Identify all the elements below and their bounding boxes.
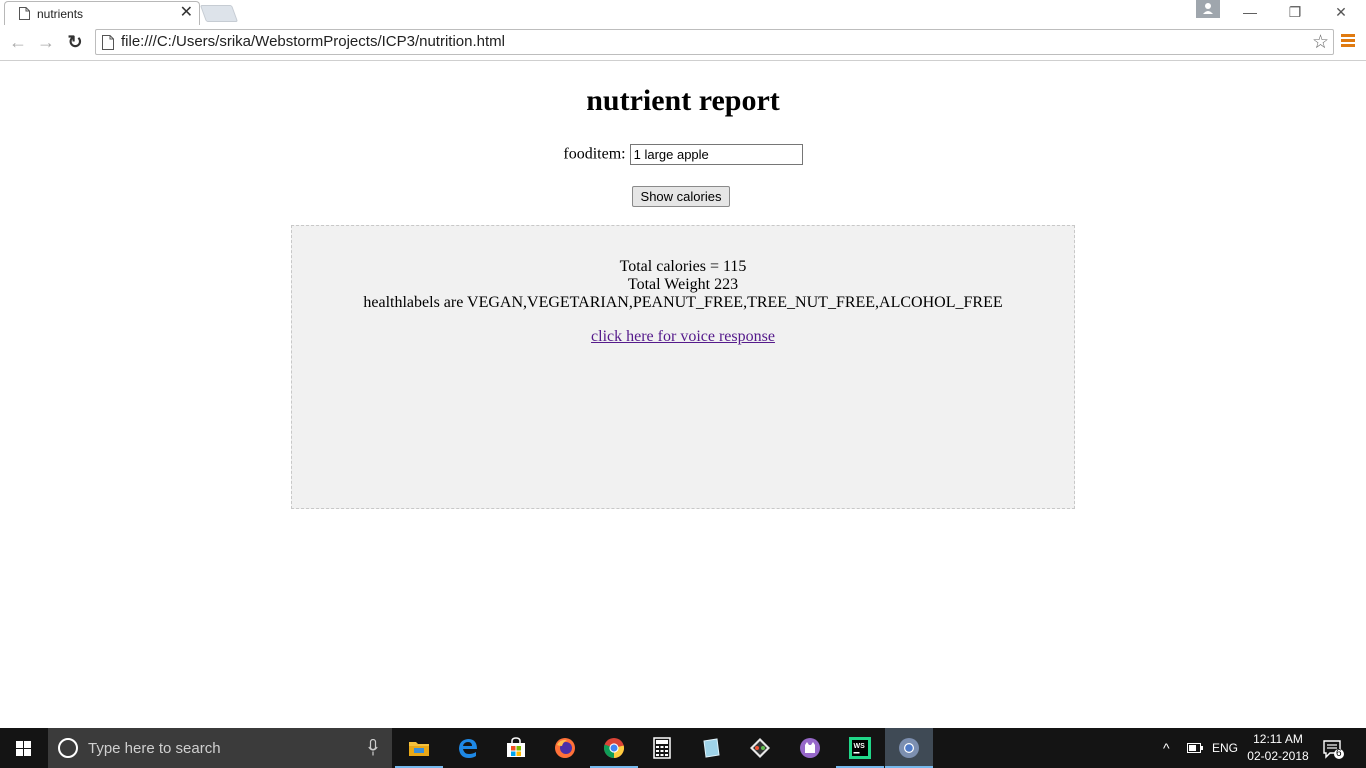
battery-icon[interactable]	[1187, 743, 1203, 753]
window-close-button[interactable]: ✕	[1318, 0, 1364, 24]
github-desktop-button[interactable]	[786, 728, 834, 768]
start-button[interactable]	[0, 728, 48, 768]
edge-icon	[459, 739, 477, 758]
food-item-input[interactable]	[629, 144, 803, 165]
food-item-label: fooditem:	[563, 145, 626, 163]
tab-strip: nutrients ✕ — ❐ ✕	[0, 0, 1366, 25]
clock-time: 12:11 AM	[1253, 732, 1303, 746]
reload-icon[interactable]: ↻	[62, 30, 88, 54]
chrome-icon	[899, 738, 919, 758]
firefox-button[interactable]	[541, 728, 589, 768]
browser-tab[interactable]: nutrients ✕	[4, 1, 200, 25]
page-icon	[19, 7, 30, 20]
health-labels-text: healthlabels are VEGAN,VEGETARIAN,PEANUT…	[363, 294, 1003, 311]
total-calories-text: Total calories = 115	[619, 258, 747, 275]
back-arrow-icon[interactable]: ←	[5, 30, 31, 54]
store-icon	[507, 737, 525, 757]
new-tab-button[interactable]	[199, 5, 239, 22]
star-icon[interactable]: ☆	[1312, 31, 1329, 54]
total-weight-text: Total Weight 223	[627, 276, 739, 293]
github-desktop-icon	[800, 738, 820, 758]
windows-logo-icon	[16, 741, 32, 756]
svg-text:WS: WS	[854, 743, 866, 750]
result-panel: Total calories = 115 Total Weight 223 he…	[291, 225, 1075, 509]
chrome-button[interactable]	[590, 728, 638, 768]
forward-arrow-icon[interactable]: →	[33, 30, 59, 54]
chrome-icon	[603, 738, 625, 759]
search-placeholder: Type here to search	[88, 740, 221, 757]
clock-date: 02-02-2018	[1247, 749, 1309, 763]
git-icon	[750, 738, 770, 758]
voice-response-link[interactable]: click here for voice response	[591, 328, 775, 346]
firefox-icon	[555, 738, 575, 758]
notepad-button[interactable]	[687, 728, 735, 768]
food-item-row: fooditem:	[0, 144, 1366, 165]
notepad-icon	[703, 738, 720, 758]
chrome-window-button[interactable]	[885, 728, 933, 768]
calculator-icon	[653, 737, 671, 759]
taskbar-search-box[interactable]: Type here to search	[48, 728, 392, 768]
cortana-icon	[58, 738, 78, 758]
git-button[interactable]	[736, 728, 784, 768]
address-url[interactable]: file:///C:/Users/srika/WebstormProjects/…	[121, 33, 505, 50]
close-icon[interactable]: ✕	[180, 4, 193, 22]
page-title: nutrient report	[586, 84, 780, 117]
browser-toolbar: ← → ↻ file:///C:/Users/srika/WebstormPro…	[0, 25, 1366, 61]
person-icon	[1203, 3, 1213, 14]
microphone-icon[interactable]	[368, 739, 378, 756]
notification-count: 6	[1336, 748, 1342, 759]
page-content: nutrient report fooditem: Show calories …	[0, 62, 1366, 728]
store-button[interactable]	[492, 728, 540, 768]
file-explorer-icon	[409, 742, 429, 756]
restore-button[interactable]: ❐	[1272, 0, 1318, 24]
notification-button[interactable]: 6	[1322, 738, 1344, 760]
file-explorer-button[interactable]	[395, 728, 443, 768]
tab-title: nutrients	[37, 7, 84, 21]
edge-button[interactable]	[444, 728, 492, 768]
page-icon	[102, 35, 114, 50]
tray-chevron-icon[interactable]: ^	[1163, 740, 1170, 756]
webstorm-button[interactable]: WS	[836, 728, 884, 768]
address-bar[interactable]: file:///C:/Users/srika/WebstormProjects/…	[95, 29, 1334, 55]
windows-taskbar: Type here to search WS ^ ENG 12:11 AM 02…	[0, 728, 1366, 768]
chrome-menu-icon[interactable]	[1341, 34, 1355, 50]
show-calories-button[interactable]: Show calories	[632, 186, 730, 207]
profile-button[interactable]	[1196, 0, 1220, 18]
taskbar-clock[interactable]: 12:11 AM 02-02-2018	[1246, 731, 1310, 765]
minimize-button[interactable]: —	[1227, 0, 1273, 24]
calculator-button[interactable]	[638, 728, 686, 768]
webstorm-icon: WS	[849, 737, 871, 759]
language-indicator[interactable]: ENG	[1212, 741, 1238, 755]
